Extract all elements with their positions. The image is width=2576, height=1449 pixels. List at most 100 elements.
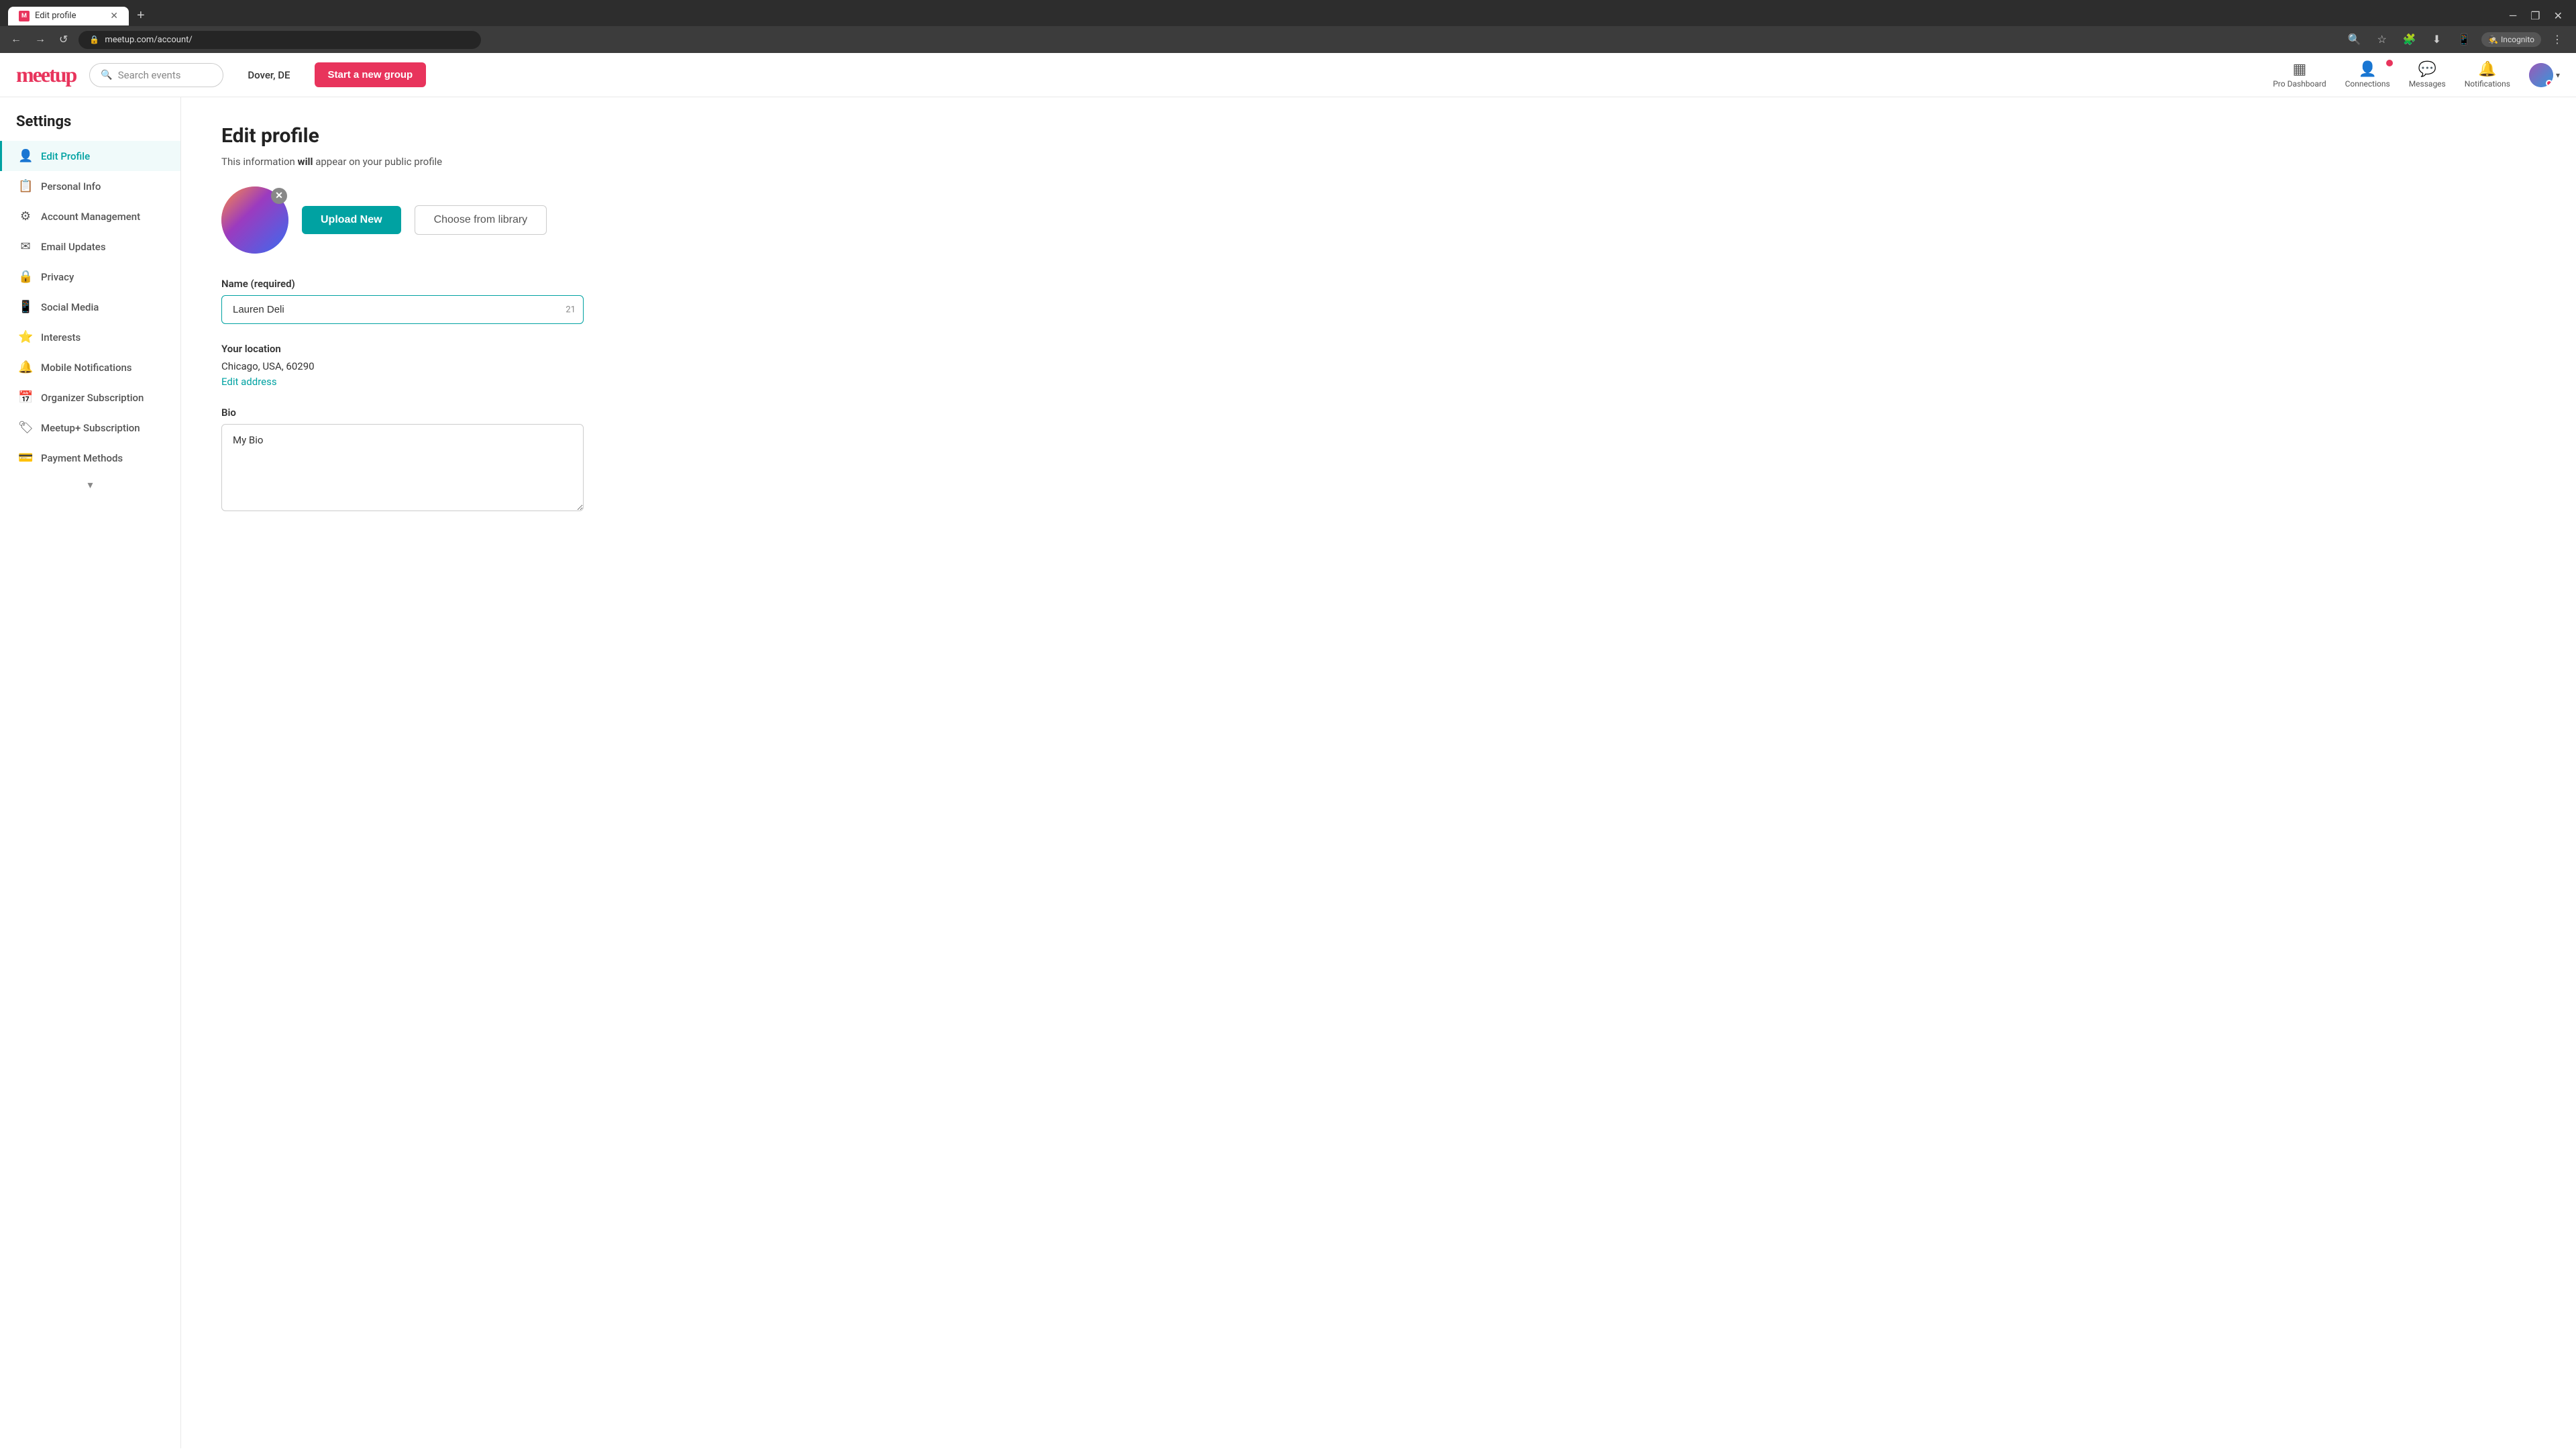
sidebar-label-organizer-subscription: Organizer Subscription (41, 392, 144, 404)
browser-chrome: M Edit profile ✕ + — ❐ ✕ (0, 0, 2576, 26)
avatar-wrap: ✕ (221, 186, 288, 254)
nav-label-pro-dashboard: Pro Dashboard (2273, 79, 2326, 89)
nav-item-messages[interactable]: 💬 Messages (2409, 61, 2446, 89)
sidebar-scroll-down[interactable]: ▾ (0, 473, 180, 496)
search-icon: 🔍 (101, 70, 112, 80)
sidebar-item-account-management[interactable]: ⚙ Account Management (0, 201, 180, 231)
subtitle-pre: This information (221, 156, 298, 168)
location-form-group: Your location Chicago, USA, 60290 Edit a… (221, 343, 2536, 388)
start-new-group-button[interactable]: Start a new group (315, 62, 427, 87)
search-placeholder: Search events (118, 69, 181, 81)
nav-item-notifications[interactable]: 🔔 Notifications (2465, 61, 2510, 89)
upload-new-button[interactable]: Upload New (302, 206, 401, 234)
sidebar-item-social-media[interactable]: 📱 Social Media (0, 292, 180, 322)
settings-title: Settings (0, 113, 180, 141)
incognito-icon: 🕵 (2488, 35, 2498, 44)
sidebar-item-email-updates[interactable]: ✉ Email Updates (0, 231, 180, 262)
page: meetup 🔍 Search events Dover, DE Start a… (0, 53, 2576, 1448)
user-avatar[interactable] (2529, 63, 2553, 87)
sidebar-item-organizer-subscription[interactable]: 📅 Organizer Subscription (0, 382, 180, 413)
browser-actions: 🔍 ☆ 🧩 ⬇ 📱 🕵 Incognito ⋮ (2343, 30, 2568, 49)
email-updates-icon: ✉ (18, 239, 33, 254)
search-toolbar-button[interactable]: 🔍 (2343, 30, 2367, 49)
subtitle-bold: will (298, 156, 313, 168)
account-management-icon: ⚙ (18, 209, 33, 223)
name-input[interactable] (221, 295, 584, 324)
minimize-button[interactable]: — (2504, 7, 2523, 25)
bookmark-button[interactable]: ☆ (2372, 30, 2392, 49)
back-button[interactable]: ← (8, 31, 24, 48)
avatar-online-indicator (2546, 80, 2553, 87)
sidebar-label-payment-methods: Payment Methods (41, 452, 123, 464)
nav-label-connections: Connections (2345, 79, 2390, 89)
photo-section: ✕ Upload New Choose from library (221, 186, 2536, 254)
incognito-badge: 🕵 Incognito (2481, 32, 2541, 47)
nav-item-pro-dashboard[interactable]: ▦ Pro Dashboard (2273, 61, 2326, 89)
notifications-icon: 🔔 (2478, 61, 2496, 78)
content-area: Edit profile This information will appea… (181, 97, 2576, 1448)
interests-icon: ⭐ (18, 330, 33, 344)
site-header: meetup 🔍 Search events Dover, DE Start a… (0, 53, 2576, 97)
search-bar[interactable]: 🔍 Search events (89, 63, 223, 87)
tab-label: Edit profile (35, 11, 76, 21)
payment-methods-icon: 💳 (18, 451, 33, 465)
sidebar-item-edit-profile[interactable]: 👤 Edit Profile (0, 141, 180, 171)
browser-tabs: M Edit profile ✕ + — ❐ ✕ (8, 5, 2568, 26)
pro-dashboard-icon: ▦ (2293, 61, 2307, 78)
location-value: Chicago, USA, 60290 (221, 360, 2536, 372)
sidebar-item-meetup-subscription[interactable]: 🏷 Meetup+ Subscription (0, 413, 180, 443)
sidebar-label-interests: Interests (41, 331, 80, 343)
forward-button[interactable]: → (32, 31, 48, 48)
sidebar-item-interests[interactable]: ⭐ Interests (0, 322, 180, 352)
sidebar-label-privacy: Privacy (41, 271, 74, 283)
edit-address-link[interactable]: Edit address (221, 376, 277, 388)
personal-info-icon: 📋 (18, 179, 33, 193)
sidebar-label-meetup-subscription: Meetup+ Subscription (41, 422, 140, 434)
location-button[interactable]: Dover, DE (237, 64, 301, 87)
name-input-wrap: 21 (221, 295, 584, 324)
subtitle-post: appear on your public profile (313, 156, 442, 168)
messages-icon: 💬 (2418, 61, 2436, 78)
nav-item-connections[interactable]: 👤 Connections (2345, 61, 2390, 89)
choose-from-library-button[interactable]: Choose from library (415, 205, 547, 235)
bio-label: Bio (221, 407, 2536, 419)
url-bar[interactable]: 🔒 meetup.com/account/ (78, 31, 481, 49)
user-avatar-wrap[interactable]: ▾ (2529, 63, 2560, 87)
tab-close-button[interactable]: ✕ (110, 11, 118, 21)
mobile-notifications-icon: 🔔 (18, 360, 33, 374)
meetup-subscription-icon: 🏷 (18, 421, 33, 435)
sidebar-item-mobile-notifications[interactable]: 🔔 Mobile Notifications (0, 352, 180, 382)
sidebar-item-privacy[interactable]: 🔒 Privacy (0, 262, 180, 292)
menu-button[interactable]: ⋮ (2546, 30, 2568, 49)
privacy-icon: 🔒 (18, 270, 33, 284)
device-toolbar-button[interactable]: 📱 (2452, 30, 2476, 49)
sidebar-item-personal-info[interactable]: 📋 Personal Info (0, 171, 180, 201)
sidebar-label-social-media: Social Media (41, 301, 99, 313)
meetup-logo[interactable]: meetup (16, 62, 76, 87)
sidebar-label-personal-info: Personal Info (41, 180, 101, 193)
page-title: Edit profile (221, 124, 2536, 148)
reload-button[interactable]: ↺ (56, 30, 70, 49)
incognito-label: Incognito (2501, 35, 2534, 44)
nav-label-messages: Messages (2409, 79, 2446, 89)
new-tab-button[interactable]: + (131, 5, 150, 26)
restore-button[interactable]: ❐ (2525, 7, 2545, 25)
close-window-button[interactable]: ✕ (2548, 7, 2568, 25)
location-label: Your location (221, 343, 2536, 355)
sidebar-item-payment-methods[interactable]: 💳 Payment Methods (0, 443, 180, 473)
sidebar-label-mobile-notifications: Mobile Notifications (41, 362, 132, 374)
avatar-dropdown-chevron[interactable]: ▾ (2556, 70, 2560, 80)
sidebar-label-account-management: Account Management (41, 211, 140, 223)
bio-form-group: Bio My Bio (221, 407, 2536, 514)
extensions-button[interactable]: 🧩 (2398, 30, 2422, 49)
download-button[interactable]: ⬇ (2427, 30, 2447, 49)
settings-sidebar: Settings 👤 Edit Profile 📋 Personal Info … (0, 97, 181, 1448)
remove-photo-button[interactable]: ✕ (271, 188, 287, 204)
sidebar-label-email-updates: Email Updates (41, 241, 106, 253)
organizer-subscription-icon: 📅 (18, 390, 33, 405)
connections-icon: 👤 (2358, 61, 2376, 78)
browser-tab-active[interactable]: M Edit profile ✕ (8, 7, 129, 25)
page-subtitle: This information will appear on your pub… (221, 156, 2536, 168)
name-char-count: 21 (566, 305, 576, 315)
bio-textarea[interactable]: My Bio (221, 424, 584, 511)
